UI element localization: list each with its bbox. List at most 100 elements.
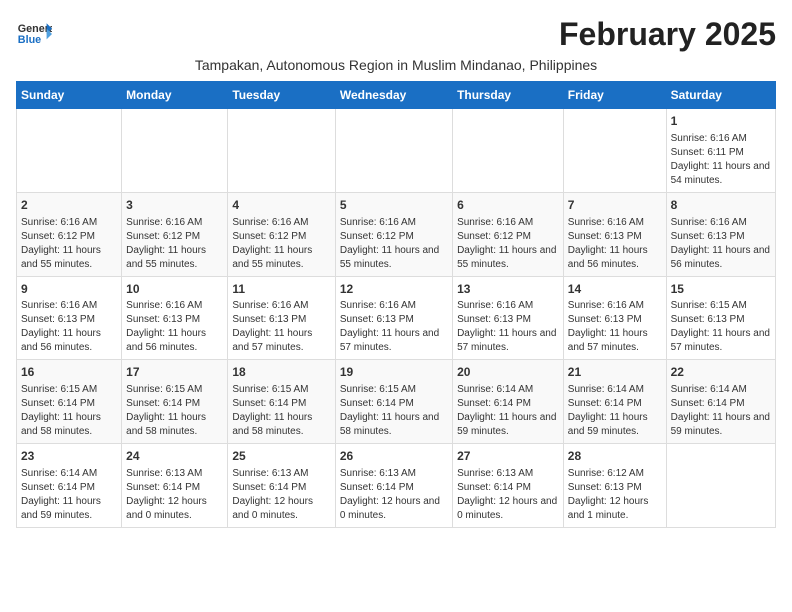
calendar-table: Sunday Monday Tuesday Wednesday Thursday… [16, 81, 776, 528]
day-info: Sunrise: 6:13 AM Sunset: 6:14 PM Dayligh… [126, 467, 223, 523]
day-cell: 11Sunrise: 6:16 AM Sunset: 6:13 PM Dayli… [228, 276, 335, 360]
day-info: Sunrise: 6:16 AM Sunset: 6:12 PM Dayligh… [457, 216, 559, 272]
day-cell: 16 Sunrise: 6:15 AM Sunset: 6:14 PM Dayli… [17, 360, 122, 444]
day-cell [228, 109, 335, 193]
day-cell: 23 Sunrise: 6:14 AM Sunset: 6:14 PM Dayli… [17, 444, 122, 528]
day-cell: 12Sunrise: 6:16 AM Sunset: 6:13 PM Dayli… [335, 276, 452, 360]
day-number: 22 [671, 364, 771, 381]
day-number: 8 [671, 197, 771, 214]
day-number: 21 [568, 364, 662, 381]
day-cell: 28 Sunrise: 6:12 AM Sunset: 6:13 PM Dayli… [563, 444, 666, 528]
day-number: 25 [232, 448, 330, 465]
day-info: Sunrise: 6:16 AM Sunset: 6:12 PM Dayligh… [340, 216, 448, 272]
header-sunday: Sunday [17, 82, 122, 109]
day-cell: 3 Sunrise: 6:16 AM Sunset: 6:12 PM Daylig… [122, 192, 228, 276]
day-number: 3 [126, 197, 223, 214]
day-info: Sunrise: 6:15 AM Sunset: 6:13 PM Dayligh… [671, 299, 771, 355]
day-info: Sunrise: 6:14 AM Sunset: 6:14 PM Dayligh… [568, 383, 662, 439]
day-cell: 9Sunrise: 6:16 AM Sunset: 6:13 PM Daylig… [17, 276, 122, 360]
day-number: 27 [457, 448, 559, 465]
logo-icon: General Blue [16, 16, 52, 52]
day-number: 2 [21, 197, 117, 214]
day-number: 26 [340, 448, 448, 465]
day-number: 16 [21, 364, 117, 381]
day-number: 4 [232, 197, 330, 214]
week-row-5: 23 Sunrise: 6:14 AM Sunset: 6:14 PM Dayli… [17, 444, 776, 528]
day-cell: 26 Sunrise: 6:13 AM Sunset: 6:14 PM Dayli… [335, 444, 452, 528]
day-number: 24 [126, 448, 223, 465]
day-cell: 15Sunrise: 6:15 AM Sunset: 6:13 PM Dayli… [666, 276, 775, 360]
day-info: Sunrise: 6:16 AM Sunset: 6:13 PM Dayligh… [340, 299, 448, 355]
week-row-2: 2 Sunrise: 6:16 AM Sunset: 6:12 PM Daylig… [17, 192, 776, 276]
day-info: Sunrise: 6:16 AM Sunset: 6:13 PM Dayligh… [126, 299, 223, 355]
day-info: Sunrise: 6:15 AM Sunset: 6:14 PM Dayligh… [126, 383, 223, 439]
day-cell: 1Sunrise: 6:16 AM Sunset: 6:11 PM Daylig… [666, 109, 775, 193]
day-number: 18 [232, 364, 330, 381]
day-number: 14 [568, 281, 662, 298]
subtitle: Tampakan, Autonomous Region in Muslim Mi… [16, 57, 776, 73]
day-cell: 14Sunrise: 6:16 AM Sunset: 6:13 PM Dayli… [563, 276, 666, 360]
day-cell [122, 109, 228, 193]
day-number: 13 [457, 281, 559, 298]
day-number: 23 [21, 448, 117, 465]
day-info: Sunrise: 6:16 AM Sunset: 6:12 PM Dayligh… [232, 216, 330, 272]
day-cell: 2 Sunrise: 6:16 AM Sunset: 6:12 PM Daylig… [17, 192, 122, 276]
day-number: 28 [568, 448, 662, 465]
day-number: 20 [457, 364, 559, 381]
logo: General Blue [16, 16, 52, 52]
week-row-1: 1Sunrise: 6:16 AM Sunset: 6:11 PM Daylig… [17, 109, 776, 193]
day-cell: 8 Sunrise: 6:16 AM Sunset: 6:13 PM Daylig… [666, 192, 775, 276]
day-cell [17, 109, 122, 193]
svg-text:Blue: Blue [18, 34, 41, 46]
day-number: 5 [340, 197, 448, 214]
day-number: 1 [671, 113, 771, 130]
day-info: Sunrise: 6:16 AM Sunset: 6:12 PM Dayligh… [21, 216, 117, 272]
day-info: Sunrise: 6:15 AM Sunset: 6:14 PM Dayligh… [21, 383, 117, 439]
day-cell: 7Sunrise: 6:16 AM Sunset: 6:13 PM Daylig… [563, 192, 666, 276]
day-number: 12 [340, 281, 448, 298]
header-friday: Friday [563, 82, 666, 109]
day-info: Sunrise: 6:13 AM Sunset: 6:14 PM Dayligh… [232, 467, 330, 523]
week-row-4: 16 Sunrise: 6:15 AM Sunset: 6:14 PM Dayli… [17, 360, 776, 444]
day-info: Sunrise: 6:13 AM Sunset: 6:14 PM Dayligh… [340, 467, 448, 523]
day-info: Sunrise: 6:16 AM Sunset: 6:13 PM Dayligh… [671, 216, 771, 272]
day-info: Sunrise: 6:13 AM Sunset: 6:14 PM Dayligh… [457, 467, 559, 523]
header: General Blue February 2025 [16, 16, 776, 53]
day-info: Sunrise: 6:14 AM Sunset: 6:14 PM Dayligh… [21, 467, 117, 523]
day-cell: 13Sunrise: 6:16 AM Sunset: 6:13 PM Dayli… [453, 276, 564, 360]
day-number: 19 [340, 364, 448, 381]
day-info: Sunrise: 6:15 AM Sunset: 6:14 PM Dayligh… [340, 383, 448, 439]
day-info: Sunrise: 6:16 AM Sunset: 6:12 PM Dayligh… [126, 216, 223, 272]
day-cell [453, 109, 564, 193]
day-number: 9 [21, 281, 117, 298]
day-cell: 10Sunrise: 6:16 AM Sunset: 6:13 PM Dayli… [122, 276, 228, 360]
day-cell: 17 Sunrise: 6:15 AM Sunset: 6:14 PM Dayli… [122, 360, 228, 444]
day-cell: 18 Sunrise: 6:15 AM Sunset: 6:14 PM Dayli… [228, 360, 335, 444]
header-monday: Monday [122, 82, 228, 109]
day-cell: 22 Sunrise: 6:14 AM Sunset: 6:14 PM Dayli… [666, 360, 775, 444]
day-cell [335, 109, 452, 193]
day-cell: 27 Sunrise: 6:13 AM Sunset: 6:14 PM Dayli… [453, 444, 564, 528]
day-number: 6 [457, 197, 559, 214]
day-cell: 19 Sunrise: 6:15 AM Sunset: 6:14 PM Dayli… [335, 360, 452, 444]
day-cell [563, 109, 666, 193]
main-title: February 2025 [559, 16, 776, 53]
day-cell: 20 Sunrise: 6:14 AM Sunset: 6:14 PM Dayli… [453, 360, 564, 444]
title-area: February 2025 [559, 16, 776, 53]
day-info: Sunrise: 6:14 AM Sunset: 6:14 PM Dayligh… [457, 383, 559, 439]
day-info: Sunrise: 6:15 AM Sunset: 6:14 PM Dayligh… [232, 383, 330, 439]
header-tuesday: Tuesday [228, 82, 335, 109]
day-info: Sunrise: 6:16 AM Sunset: 6:13 PM Dayligh… [232, 299, 330, 355]
day-number: 11 [232, 281, 330, 298]
day-info: Sunrise: 6:16 AM Sunset: 6:13 PM Dayligh… [568, 299, 662, 355]
day-cell: 6 Sunrise: 6:16 AM Sunset: 6:12 PM Daylig… [453, 192, 564, 276]
day-info: Sunrise: 6:16 AM Sunset: 6:13 PM Dayligh… [568, 216, 662, 272]
day-cell: 21 Sunrise: 6:14 AM Sunset: 6:14 PM Dayli… [563, 360, 666, 444]
day-number: 17 [126, 364, 223, 381]
header-saturday: Saturday [666, 82, 775, 109]
header-wednesday: Wednesday [335, 82, 452, 109]
day-info: Sunrise: 6:14 AM Sunset: 6:14 PM Dayligh… [671, 383, 771, 439]
day-info: Sunrise: 6:12 AM Sunset: 6:13 PM Dayligh… [568, 467, 662, 523]
day-cell: 4 Sunrise: 6:16 AM Sunset: 6:12 PM Daylig… [228, 192, 335, 276]
calendar-header-row: Sunday Monday Tuesday Wednesday Thursday… [17, 82, 776, 109]
